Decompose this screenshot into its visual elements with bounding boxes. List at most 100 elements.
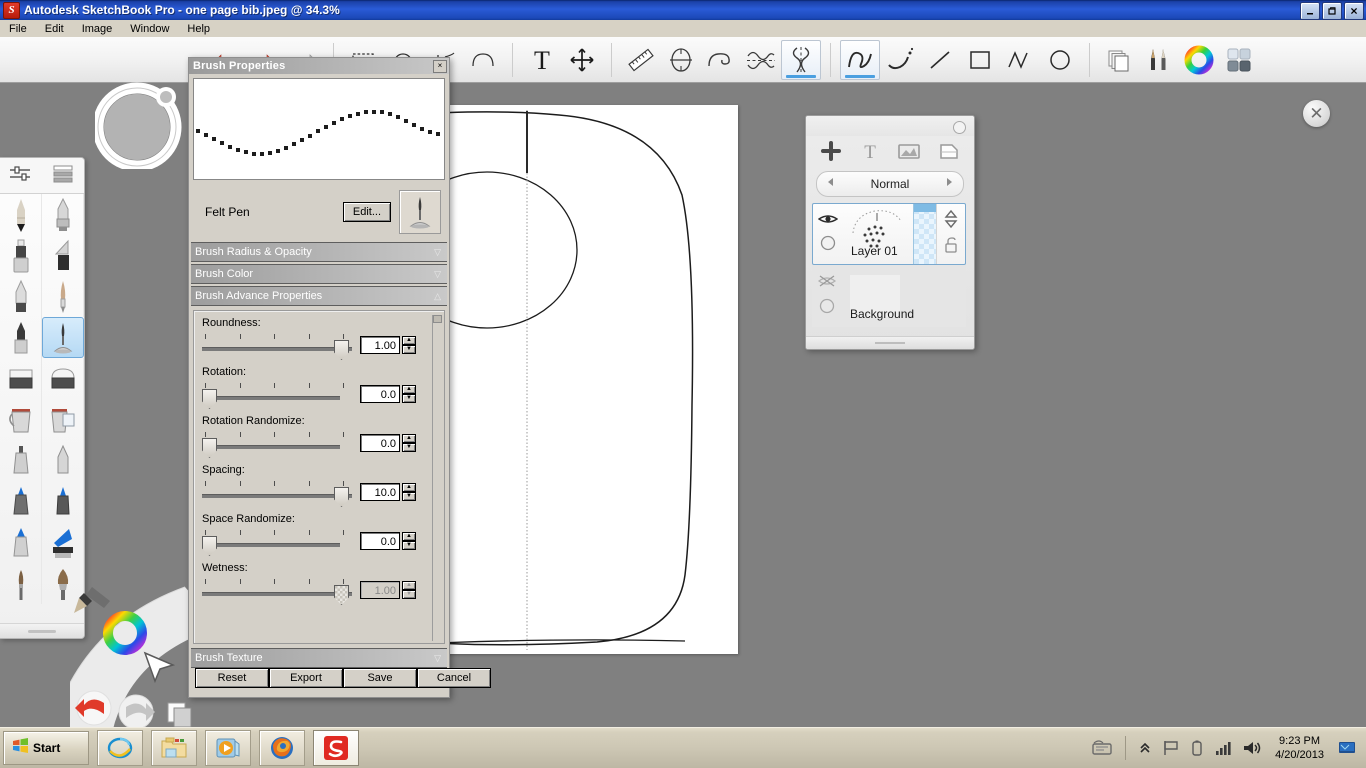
edit-button[interactable]: Edit... (342, 202, 391, 222)
unlock-icon[interactable] (943, 236, 959, 259)
close-circle-icon[interactable]: ✕ (1303, 100, 1330, 127)
battery-icon[interactable] (1190, 739, 1204, 757)
blue-marker-2-icon[interactable] (42, 481, 84, 522)
eraser-soft-icon[interactable] (42, 358, 84, 399)
swatches-icon[interactable] (1219, 40, 1259, 80)
menu-item-edit[interactable]: Edit (36, 22, 73, 36)
table-row[interactable]: Layer 01 (812, 203, 966, 265)
eye-icon[interactable] (817, 212, 839, 230)
opacity-circle-icon[interactable] (819, 298, 835, 319)
stepper-down-icon[interactable]: ▼ (402, 492, 416, 501)
handwriting-panel-icon[interactable] (1091, 739, 1113, 757)
taskbar-item-internet-explorer[interactable] (97, 730, 143, 766)
paint-tube-wide-icon[interactable] (42, 440, 84, 481)
section-brush-advance-properties[interactable]: Brush Advance Properties △ (191, 286, 447, 306)
dialog-close-button[interactable]: × (433, 59, 447, 73)
paint-bucket-icon[interactable] (0, 399, 42, 440)
layers-icon[interactable] (1099, 40, 1139, 80)
duplicate-layer-icon[interactable] (938, 140, 960, 167)
roundness-stepper[interactable]: ▲ ▼ (402, 336, 416, 354)
blend-mode-selector[interactable]: Normal (816, 171, 964, 197)
color-wheel-icon[interactable] (1179, 40, 1219, 80)
chisel-marker-icon[interactable] (42, 235, 84, 276)
minimize-button[interactable] (1300, 2, 1320, 20)
french-curve-icon[interactable] (701, 40, 741, 80)
chevron-right-icon[interactable] (943, 175, 955, 193)
scrollbar-thumb[interactable] (433, 315, 442, 323)
symmetry-y-icon[interactable] (781, 39, 821, 80)
rotation-randomize-value[interactable]: 0.0 (360, 434, 400, 452)
close-button[interactable] (1344, 2, 1364, 20)
add-image-layer-icon[interactable] (897, 140, 921, 167)
stepper-down-icon[interactable]: ▼ (402, 443, 416, 452)
roundness-value[interactable]: 1.00 (360, 336, 400, 354)
list-view-icon[interactable] (50, 162, 76, 189)
space-randomize-value[interactable]: 0.0 (360, 532, 400, 550)
text-tool-icon[interactable]: T (522, 40, 562, 80)
layers-panel-resize-handle[interactable] (806, 336, 974, 349)
blue-flat-brush-icon[interactable] (42, 522, 84, 563)
stepper-up-icon[interactable]: ▲ (402, 336, 416, 345)
move-tool-icon[interactable] (562, 40, 602, 80)
rotation-randomize-stepper[interactable]: ▲ ▼ (402, 434, 416, 452)
move-updown-icon[interactable] (942, 209, 960, 234)
chevron-left-icon[interactable] (825, 175, 837, 193)
brush-palette-icon[interactable] (1139, 40, 1179, 80)
sliders-icon[interactable] (8, 162, 34, 189)
eraser-hard-icon[interactable] (0, 358, 42, 399)
ellipse-guide-icon[interactable] (661, 40, 701, 80)
menu-item-image[interactable]: Image (73, 22, 122, 36)
dotted-stroke-icon[interactable] (880, 40, 920, 80)
opacity-circle-icon[interactable] (820, 235, 836, 256)
space-randomize-stepper[interactable]: ▲ ▼ (402, 532, 416, 550)
section-brush-radius-opacity[interactable]: Brush Radius & Opacity ▽ (191, 242, 447, 262)
rotation-value[interactable]: 0.0 (360, 385, 400, 403)
tray-clock[interactable]: 9:23 PM 4/20/2013 (1275, 734, 1324, 762)
dialog-title-bar[interactable]: Brush Properties × (189, 58, 449, 74)
cancel-button[interactable]: Cancel (417, 668, 491, 688)
volume-icon[interactable] (1242, 739, 1262, 757)
advance-properties-scrollbar[interactable] (432, 315, 442, 641)
pencil-icon[interactable] (0, 194, 42, 235)
taskbar-item-sketchbook[interactable] (313, 730, 359, 766)
puck-ring-icon[interactable] (92, 81, 183, 172)
freeform-stroke-icon[interactable] (840, 39, 880, 80)
restore-button[interactable] (1322, 2, 1342, 20)
taskbar-item-media-player[interactable] (205, 730, 251, 766)
stepper-up-icon[interactable]: ▲ (402, 385, 416, 394)
eye-off-icon[interactable] (817, 274, 837, 293)
ellipse-shape-icon[interactable] (1040, 40, 1080, 80)
add-text-layer-icon[interactable]: T (859, 140, 881, 167)
marker-icon[interactable] (0, 235, 42, 276)
save-button[interactable]: Save (343, 668, 417, 688)
blue-tube-icon[interactable] (0, 522, 42, 563)
ballpoint-pen-icon[interactable] (0, 276, 42, 317)
roundness-slider[interactable] (202, 332, 352, 360)
start-button[interactable]: Start (3, 731, 89, 765)
reset-button[interactable]: Reset (195, 668, 269, 688)
menu-item-file[interactable]: File (0, 22, 36, 36)
felt-tip-icon[interactable] (0, 317, 42, 358)
menu-item-help[interactable]: Help (178, 22, 219, 36)
felt-pen-icon[interactable] (399, 190, 441, 234)
stepper-down-icon[interactable]: ▼ (402, 541, 416, 550)
rotation-slider[interactable] (202, 381, 352, 409)
drawing-canvas[interactable] (396, 105, 738, 654)
collapse-dot-icon[interactable] (953, 121, 966, 134)
paint-bucket-layer-icon[interactable] (42, 399, 84, 440)
ellipse-select-icon[interactable] (463, 40, 503, 80)
rectangle-shape-icon[interactable] (960, 40, 1000, 80)
nib-pen-icon[interactable] (42, 276, 84, 317)
network-signal-icon[interactable] (1214, 740, 1232, 756)
show-desktop-icon[interactable] (1337, 740, 1357, 756)
taskbar-item-file-explorer[interactable] (151, 730, 197, 766)
rotation-randomize-slider[interactable] (202, 430, 352, 458)
add-layer-icon[interactable] (820, 140, 842, 167)
blue-marker-icon[interactable] (0, 481, 42, 522)
stepper-down-icon[interactable]: ▼ (402, 394, 416, 403)
airbrush-icon[interactable] (42, 194, 84, 235)
stepper-up-icon[interactable]: ▲ (402, 483, 416, 492)
spacing-value[interactable]: 10.0 (360, 483, 400, 501)
space-randomize-slider[interactable] (202, 528, 352, 556)
symmetry-x-icon[interactable] (741, 40, 781, 80)
